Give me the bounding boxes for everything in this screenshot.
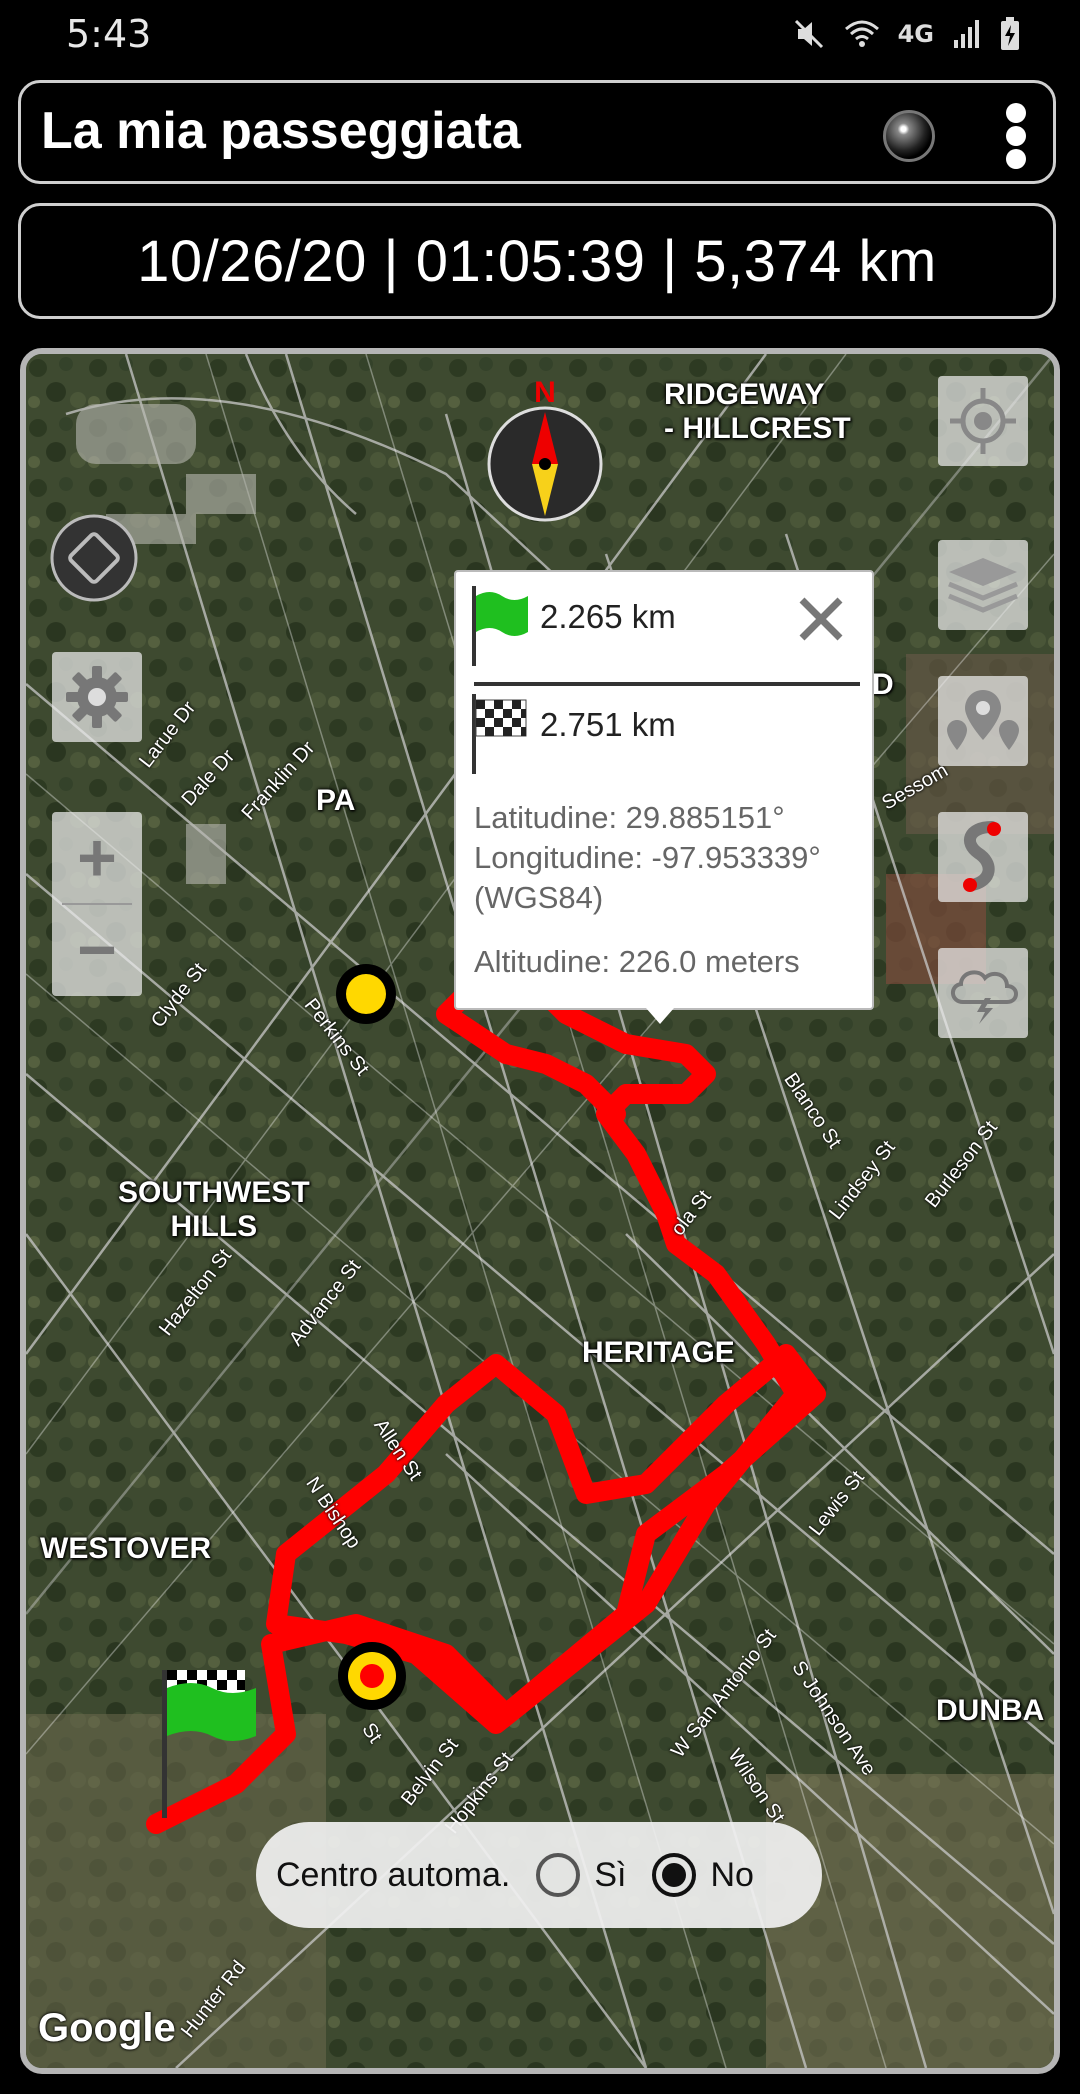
popup-divider: [474, 682, 860, 686]
wifi-icon: [844, 20, 879, 47]
distance-to-finish: 2.751 km: [540, 706, 676, 743]
gear-icon: [66, 666, 128, 728]
layers-button[interactable]: [938, 540, 1028, 630]
longitude: Longitudine: -97.953339°: [474, 840, 821, 875]
popup-pointer: [646, 1008, 674, 1024]
area-label-d: D: [872, 668, 894, 701]
radio-no[interactable]: [652, 1853, 697, 1897]
status-time: 5:43: [66, 12, 152, 56]
my-location-button[interactable]: [938, 376, 1028, 466]
auto-center-label: Centro automa.: [276, 1855, 511, 1894]
radio-no-label[interactable]: No: [710, 1856, 753, 1895]
area-label-southwest-hills: SOUTHWEST HILLS: [118, 1176, 310, 1243]
datum: (WGS84): [474, 880, 604, 915]
area-label-dunbar: DUNBA: [936, 1694, 1045, 1727]
point-info-popup[interactable]: 2.265 km 2.751 km Latitudine: 29.885151°…: [454, 570, 874, 1024]
altitude: Altitudine: 226.0 meters: [474, 944, 800, 979]
area-label-heritage: HERITAGE: [582, 1336, 735, 1369]
map-pins-icon: [947, 690, 1019, 750]
area-label-ridgeway: RIDGEWAY - HILLCREST: [664, 378, 851, 445]
signal-icon: [954, 20, 979, 48]
waypoints-button[interactable]: [938, 676, 1028, 766]
network-type: 4G: [897, 20, 934, 48]
close-popup-button[interactable]: [796, 594, 846, 644]
settings-button[interactable]: [52, 652, 142, 742]
google-logo: Google: [38, 2006, 176, 2050]
radio-si[interactable]: [536, 1853, 581, 1897]
status-icons: 4G: [792, 14, 1020, 54]
radio-si-label[interactable]: Sì: [594, 1856, 626, 1895]
my-location-icon: [950, 388, 1016, 454]
title-bar: La mia passeggiata: [18, 80, 1056, 184]
close-icon: [799, 597, 843, 641]
mute-icon: [794, 19, 823, 49]
track-stats-bar: 10/26/20 | 01:05:39 | 5,374 km: [18, 203, 1056, 319]
rotate-map-icon[interactable]: [48, 512, 140, 604]
route-button[interactable]: [938, 812, 1028, 902]
compass-north-label: N: [534, 376, 556, 409]
area-label-pa: PA: [316, 784, 356, 817]
weather-button[interactable]: [938, 948, 1028, 1038]
auto-center-toggle: Centro automa. Sì No: [256, 1822, 822, 1928]
zoom-in-button[interactable]: +: [52, 812, 142, 904]
distance-from-start: 2.265 km: [540, 598, 676, 635]
area-label-westover: WESTOVER: [40, 1532, 212, 1565]
storm-cloud-icon: [951, 970, 1018, 1024]
map-view[interactable]: RIDGEWAY - HILLCREST SOUTHWEST HILLS HER…: [20, 348, 1060, 2074]
latitude: Latitudine: 29.885151°: [474, 800, 785, 835]
start-flag-icon[interactable]: [162, 1670, 262, 1820]
overflow-menu-icon[interactable]: [1001, 103, 1031, 169]
zoom-controls: + −: [52, 812, 142, 996]
coordinates: Latitudine: 29.885151° Longitudine: -97.…: [474, 798, 821, 918]
track-stats: 10/26/20 | 01:05:39 | 5,374 km: [137, 228, 937, 294]
page-title: La mia passeggiata: [41, 102, 521, 160]
start-flag-icon: [472, 586, 528, 666]
layers-icon: [948, 558, 1018, 613]
route-icon: [963, 821, 1001, 892]
zoom-out-button[interactable]: −: [52, 904, 142, 996]
status-bar: 5:43 4G: [0, 0, 1080, 70]
finish-flag-icon: [472, 694, 527, 774]
battery-charging-icon: [1001, 17, 1019, 50]
record-indicator-icon[interactable]: [883, 110, 935, 162]
compass-icon[interactable]: N: [480, 376, 610, 526]
